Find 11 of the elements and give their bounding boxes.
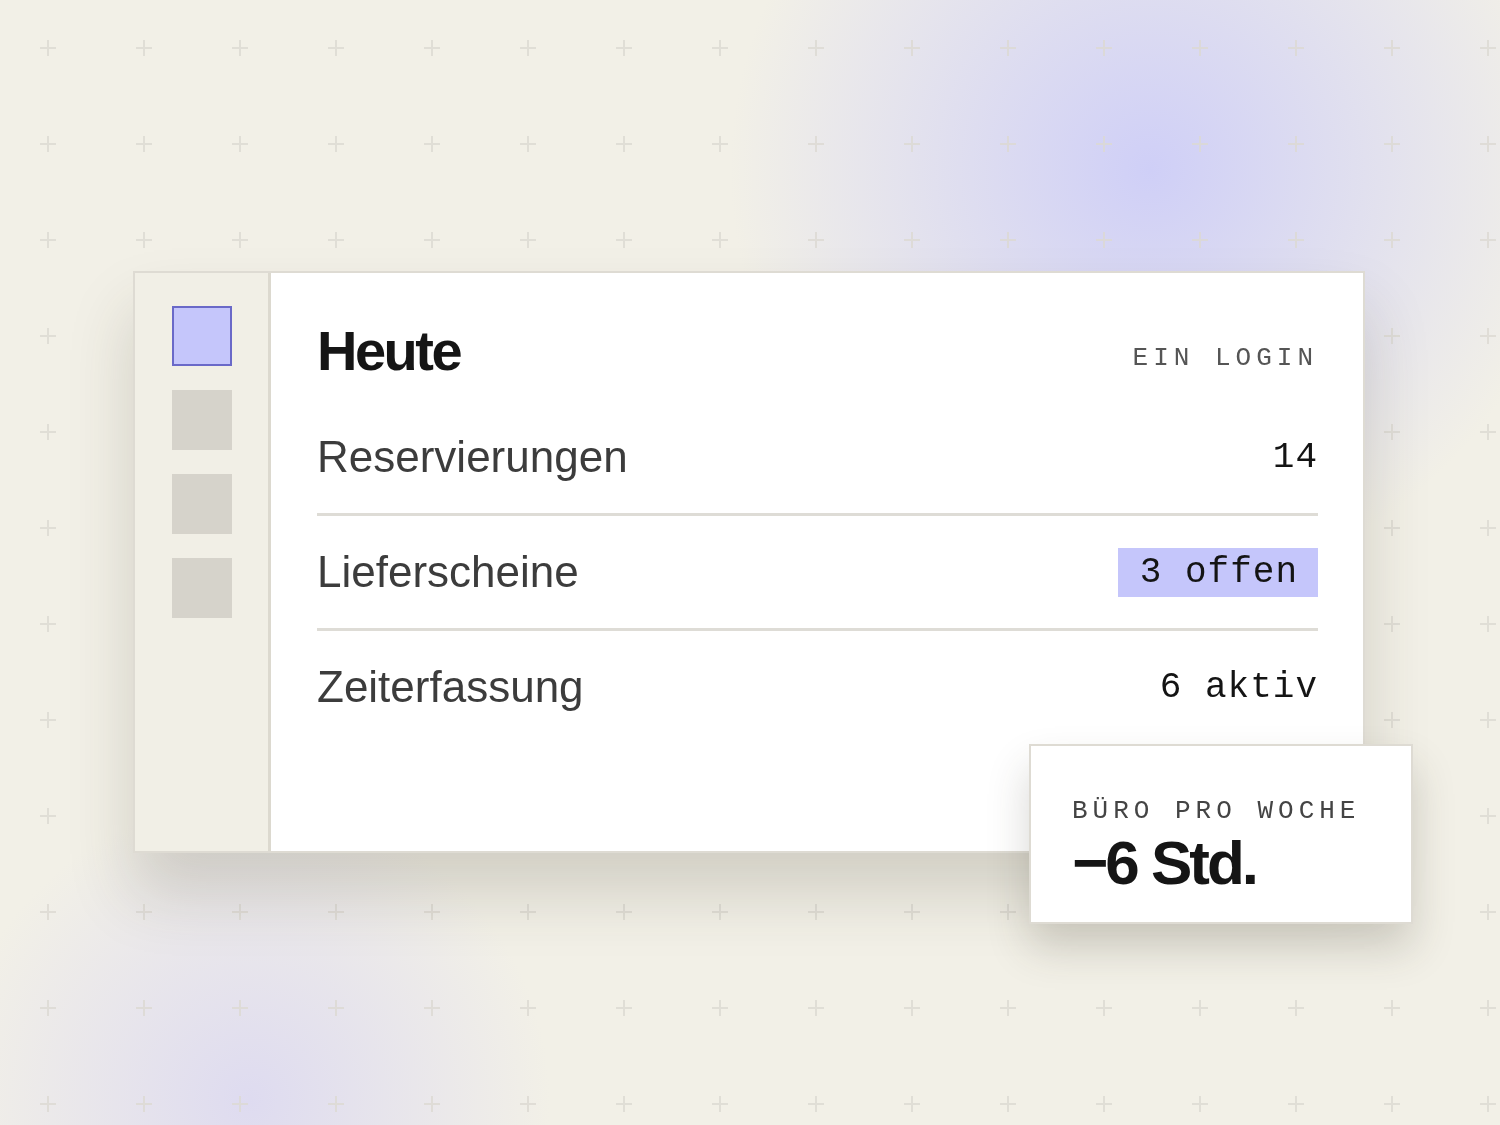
stat-value: −6 Std. [1072,832,1257,894]
row-label: Reservierungen [317,432,628,482]
stat-label: BÜRO PRO WOCHE [1072,796,1362,826]
status-badge: 3 offen [1117,547,1318,597]
panel-title: Heute [317,317,461,383]
row-label: Lieferscheine [317,547,579,597]
sidebar-item[interactable] [171,306,232,366]
row-value: 6 aktiv [1159,665,1318,710]
row-label: Zeiterfassung [317,662,584,712]
login-label: EIN LOGIN [1132,343,1318,373]
row-value: 14 [1272,435,1318,480]
